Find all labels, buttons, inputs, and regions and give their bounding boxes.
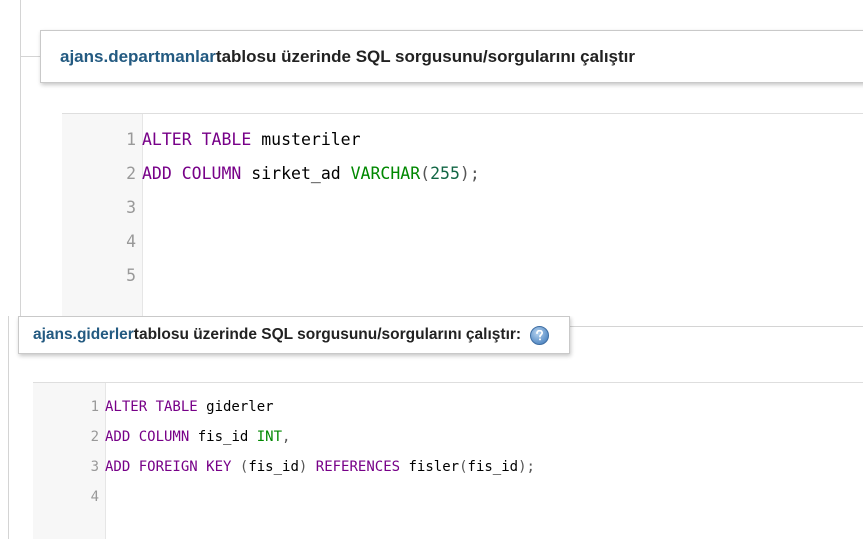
code-line: 2 ADD COLUMN fis_id INT, bbox=[83, 422, 535, 452]
sql-panel-departmanlar: ajans.departmanlar tablosu üzerinde SQL … bbox=[0, 0, 863, 316]
question-help-icon[interactable] bbox=[530, 325, 550, 345]
sql-token: ADD FOREIGN KEY bbox=[105, 459, 232, 475]
line-number: 2 bbox=[90, 429, 99, 445]
line-number: 3 bbox=[126, 198, 136, 217]
sql-token: ALTER TABLE bbox=[142, 130, 252, 149]
table-name-link[interactable]: ajans.giderler bbox=[33, 326, 134, 344]
fieldset-border-left bbox=[8, 316, 9, 539]
table-name-link[interactable]: ajans.departmanlar bbox=[60, 47, 216, 67]
code-line: 5 bbox=[114, 259, 480, 293]
fieldset-border-left bbox=[20, 0, 21, 316]
sql-token: ); bbox=[518, 459, 535, 475]
sql-token: giderler bbox=[197, 399, 274, 415]
sql-token: ); bbox=[459, 164, 480, 183]
line-number: 5 bbox=[126, 266, 136, 285]
sql-token: musteriler bbox=[251, 130, 361, 149]
sql-code-area[interactable]: 1 ALTER TABLE giderler 2 ADD COLUMN fis_id … bbox=[83, 392, 535, 512]
fieldset-border-top bbox=[20, 56, 40, 57]
sql-editor[interactable]: 1 ALTER TABLE musteriler 2 ADD COLUMN sirke… bbox=[62, 113, 863, 316]
sql-token: ( bbox=[420, 164, 431, 183]
sql-token: 255 bbox=[430, 164, 460, 183]
sql-token: ADD COLUMN bbox=[142, 164, 242, 183]
sql-token: sirket_ad bbox=[241, 164, 351, 183]
code-line: 1 ALTER TABLE giderler bbox=[83, 392, 535, 422]
sql-token: fisler bbox=[400, 459, 460, 475]
code-line: 2 ADD COLUMN sirket_ad VARCHAR(255); bbox=[114, 157, 480, 191]
code-line: 4 bbox=[114, 225, 480, 259]
line-number: 3 bbox=[90, 459, 99, 475]
title-text: tablosu üzerinde SQL sorgusunu/sorguları… bbox=[133, 326, 522, 343]
sql-token: fis_id bbox=[189, 429, 257, 445]
sql-token: , bbox=[282, 429, 291, 445]
line-number: 1 bbox=[90, 399, 99, 415]
line-number: 4 bbox=[90, 489, 99, 505]
sql-code-area[interactable]: 1 ALTER TABLE musteriler 2 ADD COLUMN sirke… bbox=[114, 123, 480, 293]
sql-token: ( bbox=[459, 459, 468, 475]
code-line: 4 bbox=[83, 482, 535, 512]
sql-query-title: ajans.giderler tablosu üzerinde SQL sorg… bbox=[18, 316, 571, 354]
line-number: 1 bbox=[126, 130, 136, 149]
sql-token: fis_id bbox=[248, 459, 299, 475]
sql-token: fis_id bbox=[467, 459, 519, 475]
title-text: tablosu üzerinde SQL sorgusunu/sorguları… bbox=[215, 46, 635, 66]
sql-token: ALTER TABLE bbox=[105, 399, 198, 415]
sql-token: VARCHAR bbox=[350, 164, 421, 183]
line-number: 2 bbox=[126, 164, 136, 183]
code-line: 3 ADD FOREIGN KEY (fis_id) REFERENCES fis… bbox=[83, 452, 535, 482]
sql-query-title: ajans.departmanlar tablosu üzerinde SQL … bbox=[40, 30, 863, 83]
sql-panel-giderler: ajans.giderler tablosu üzerinde SQL sorg… bbox=[0, 316, 863, 539]
code-line: 3 bbox=[114, 191, 480, 225]
sql-token: ADD COLUMN bbox=[105, 429, 190, 445]
sql-editor[interactable]: 1 ALTER TABLE giderler 2 ADD COLUMN fis_id … bbox=[33, 382, 863, 539]
sql-token: REFERENCES bbox=[315, 459, 401, 475]
code-line: 1 ALTER TABLE musteriler bbox=[114, 123, 480, 157]
sql-token: INT bbox=[256, 429, 283, 445]
line-number: 4 bbox=[126, 232, 136, 251]
